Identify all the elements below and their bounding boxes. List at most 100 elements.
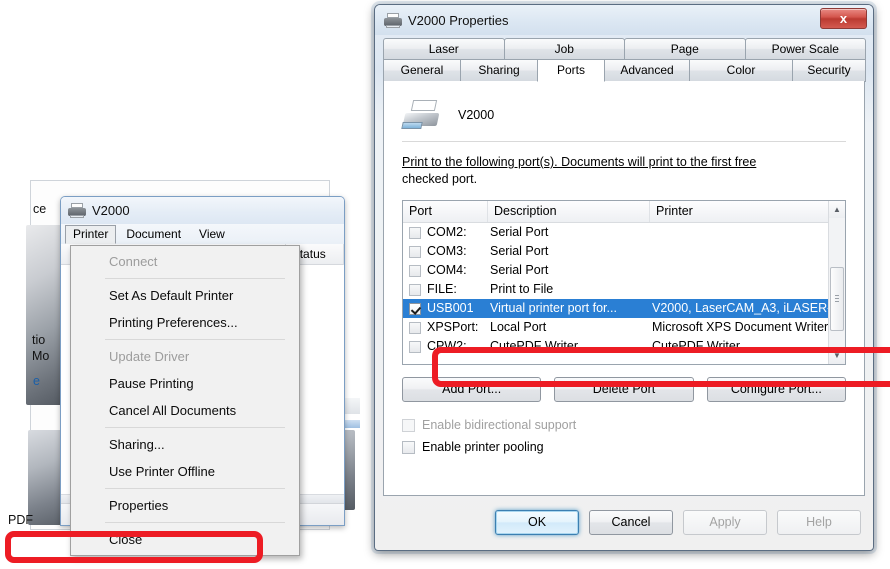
menu-item-set-as-default-printer[interactable]: Set As Default Printer: [71, 282, 299, 309]
tab-row-lower: General Sharing Ports Advanced Color Man…: [383, 60, 866, 97]
menu-item-update-driver[interactable]: Update Driver: [71, 343, 299, 370]
port-name: COM4:: [427, 263, 467, 277]
queue-title-bar: V2000: [61, 197, 344, 224]
tab-strip[interactable]: Laser Job Page Power Scale General Shari…: [383, 38, 866, 97]
menu-item-connect[interactable]: Connect: [71, 248, 299, 275]
menu-separator-3: [105, 427, 285, 428]
tab-color-management[interactable]: Color Management: [689, 60, 793, 97]
menubar-item-view[interactable]: View: [191, 225, 233, 244]
queue-title-label: V2000: [92, 203, 130, 218]
port-column-printer: Printer: [656, 204, 693, 218]
tab-general[interactable]: General: [383, 60, 461, 82]
port-description: CutePDF Writer: [490, 339, 578, 353]
port-name: COM2:: [427, 225, 467, 239]
port-printer: CutePDF Writer: [652, 339, 740, 353]
port-checkbox[interactable]: [409, 340, 421, 353]
port-printer: Microsoft XPS Document Writer: [652, 320, 828, 334]
close-icon[interactable]: x: [820, 8, 867, 29]
port-list[interactable]: Port Description Printer COM2: Serial Po…: [402, 200, 846, 365]
menu-item-sharing[interactable]: Sharing...: [71, 431, 299, 458]
table-row[interactable]: USB001 Virtual printer port for... V2000…: [403, 299, 828, 318]
port-description: Serial Port: [490, 263, 549, 277]
table-row[interactable]: COM3: Serial Port: [403, 242, 828, 261]
tab-page[interactable]: Page: [624, 38, 746, 60]
instruction-line-2: checked port.: [402, 172, 478, 186]
port-checkbox[interactable]: [409, 321, 421, 334]
tab-advanced[interactable]: Advanced: [604, 60, 690, 82]
printer-properties-dialog[interactable]: V2000 Properties x Laser Job Page Power …: [374, 4, 874, 551]
tab-laser[interactable]: Laser: [383, 38, 505, 60]
option-label: Enable bidirectional support: [422, 418, 577, 432]
menu-item-cancel-all-documents[interactable]: Cancel All Documents: [71, 397, 299, 424]
port-column-port: Port: [403, 201, 488, 222]
enable-printer-pooling-option[interactable]: Enable printer pooling: [402, 440, 846, 454]
menubar-item-document[interactable]: Document: [118, 225, 189, 244]
menu-item-close[interactable]: Close: [71, 526, 299, 553]
instruction-line-1: Print to the following port(s). Document…: [402, 155, 757, 169]
port-name: XPSPort:: [427, 320, 479, 334]
port-checkbox[interactable]: [409, 283, 421, 296]
port-checkbox[interactable]: [409, 302, 421, 315]
tab-security[interactable]: Security: [792, 60, 866, 82]
printer-large-icon: [401, 100, 442, 130]
table-row[interactable]: XPSPort: Local Port Microsoft XPS Docume…: [403, 318, 828, 337]
port-checkbox[interactable]: [409, 226, 421, 239]
port-name: USB001: [427, 301, 474, 315]
background-text-1: tio: [32, 333, 46, 347]
apply-button[interactable]: Apply: [683, 509, 767, 535]
header-divider: [402, 141, 846, 142]
instruction-text: Print to the following port(s). Document…: [402, 154, 846, 188]
port-name: FILE:: [427, 282, 457, 296]
table-row[interactable]: FILE: Print to File: [403, 280, 828, 299]
table-row[interactable]: COM4: Serial Port: [403, 261, 828, 280]
port-checkbox[interactable]: [409, 245, 421, 258]
menu-item-printing-preferences[interactable]: Printing Preferences...: [71, 309, 299, 336]
delete-port-button[interactable]: Delete Port: [554, 377, 694, 402]
queue-menu-bar[interactable]: Printer Document View: [61, 224, 344, 244]
enable-bidirectional-support-option[interactable]: Enable bidirectional support: [402, 418, 846, 432]
background-text-2: Mo: [32, 349, 50, 363]
tab-ports[interactable]: Ports: [537, 60, 605, 82]
tab-sharing[interactable]: Sharing: [460, 60, 538, 82]
printer-dropdown-menu[interactable]: Connect Set As Default Printer Printing …: [70, 245, 300, 556]
menubar-item-printer[interactable]: Printer: [65, 224, 117, 244]
checkbox[interactable]: [402, 440, 415, 454]
port-name: COM3:: [427, 244, 467, 258]
port-name: CPW2:: [427, 339, 467, 353]
menu-item-properties[interactable]: Properties: [71, 492, 299, 519]
table-row[interactable]: COM2: Serial Port: [403, 223, 828, 242]
menu-separator-4: [105, 488, 285, 489]
menu-separator-5: [105, 522, 285, 523]
port-grid[interactable]: Port Description Printer COM2: Serial Po…: [403, 201, 828, 364]
scrollbar-thumb[interactable]: [830, 267, 844, 331]
port-column-description: Description: [488, 201, 650, 222]
add-port-button[interactable]: Add Port...: [402, 377, 542, 402]
tab-power-scale[interactable]: Power Scale: [744, 38, 866, 60]
ok-button[interactable]: OK: [495, 509, 579, 535]
scroll-up-icon[interactable]: ▲: [829, 201, 845, 218]
port-description: Serial Port: [490, 244, 549, 258]
dialog-title-bar: V2000 Properties x: [375, 5, 873, 35]
dialog-title-label: V2000 Properties: [408, 12, 509, 28]
checkbox[interactable]: [402, 418, 415, 432]
menu-item-use-printer-offline[interactable]: Use Printer Offline: [71, 458, 299, 485]
menu-separator-1: [105, 278, 285, 279]
port-checkbox[interactable]: [409, 264, 421, 277]
menu-item-pause-printing[interactable]: Pause Printing: [71, 370, 299, 397]
port-description: Serial Port: [490, 225, 549, 239]
background-text-4: PDF: [8, 513, 33, 527]
scrollbar[interactable]: ▲ ▼: [828, 201, 845, 364]
cancel-button[interactable]: Cancel: [589, 509, 673, 535]
scroll-down-icon[interactable]: ▼: [829, 347, 845, 364]
printer-icon: [68, 203, 86, 218]
help-button[interactable]: Help: [777, 509, 861, 535]
configure-port-button[interactable]: Configure Port...: [706, 377, 846, 402]
tab-job[interactable]: Job: [503, 38, 625, 60]
printer-icon: [384, 12, 402, 28]
table-row[interactable]: CPW2: CutePDF Writer CutePDF Writer: [403, 337, 828, 356]
printer-header: V2000: [401, 95, 846, 135]
port-description: Print to File: [490, 282, 554, 296]
port-column-headers: Port Description Printer: [403, 201, 828, 223]
port-description: Local Port: [490, 320, 547, 334]
port-printer: V2000, LaserCAM_A3, iLASER-4...: [652, 301, 828, 315]
